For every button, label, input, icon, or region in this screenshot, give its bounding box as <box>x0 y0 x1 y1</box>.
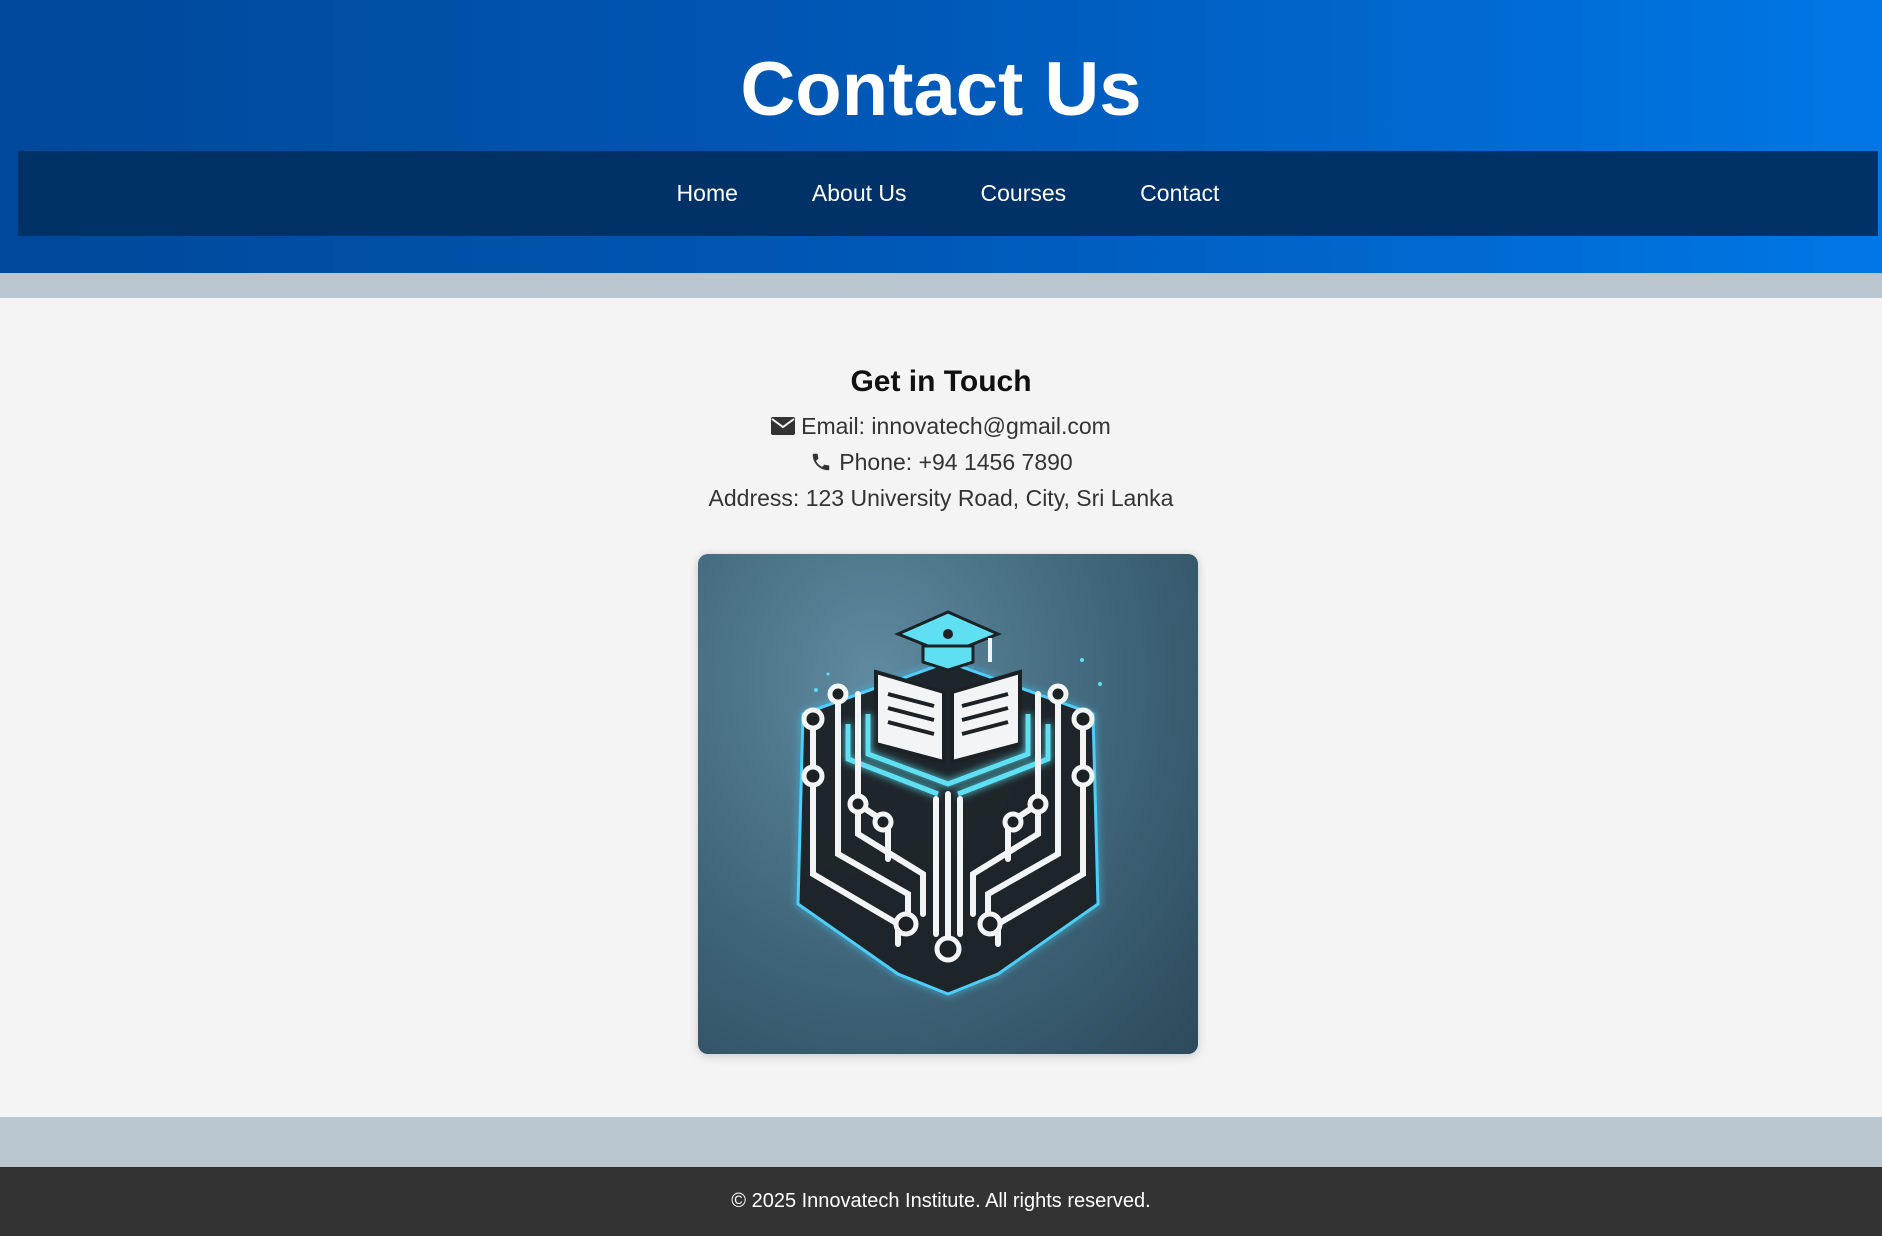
footer-copyright: © 2025 Innovatech Institute. All rights … <box>731 1190 1151 1212</box>
page-title: Contact Us <box>740 47 1142 132</box>
page-footer: © 2025 Innovatech Institute. All rights … <box>0 1167 1882 1236</box>
phone-text[interactable]: Phone: +94 1456 7890 <box>839 447 1072 477</box>
email-line: Email: innovatech@gmail.com <box>0 411 1882 441</box>
main-nav: Home About Us Courses Contact <box>18 151 1878 236</box>
nav-item-about-us[interactable]: About Us <box>775 151 944 236</box>
institute-logo-image <box>698 554 1198 1054</box>
address-line: Address: 123 University Road, City, Sri … <box>0 483 1882 513</box>
graduation-book-circuit-logo-icon <box>796 610 1102 996</box>
nav-item-contact[interactable]: Contact <box>1103 151 1256 236</box>
nav-item-home[interactable]: Home <box>640 151 775 236</box>
phone-line: Phone: +94 1456 7890 <box>0 447 1882 477</box>
email-text[interactable]: Email: innovatech@gmail.com <box>801 411 1111 441</box>
address-text: Address: 123 University Road, City, Sri … <box>708 485 1174 511</box>
page-header: Contact Us Home About Us Courses Contact <box>0 0 1882 273</box>
nav-item-courses[interactable]: Courses <box>944 151 1104 236</box>
envelope-icon <box>771 414 796 438</box>
contact-section: Get in Touch Email: innovatech@gmail.com… <box>0 298 1882 1117</box>
phone-icon <box>809 450 833 474</box>
section-heading: Get in Touch <box>850 365 1032 398</box>
